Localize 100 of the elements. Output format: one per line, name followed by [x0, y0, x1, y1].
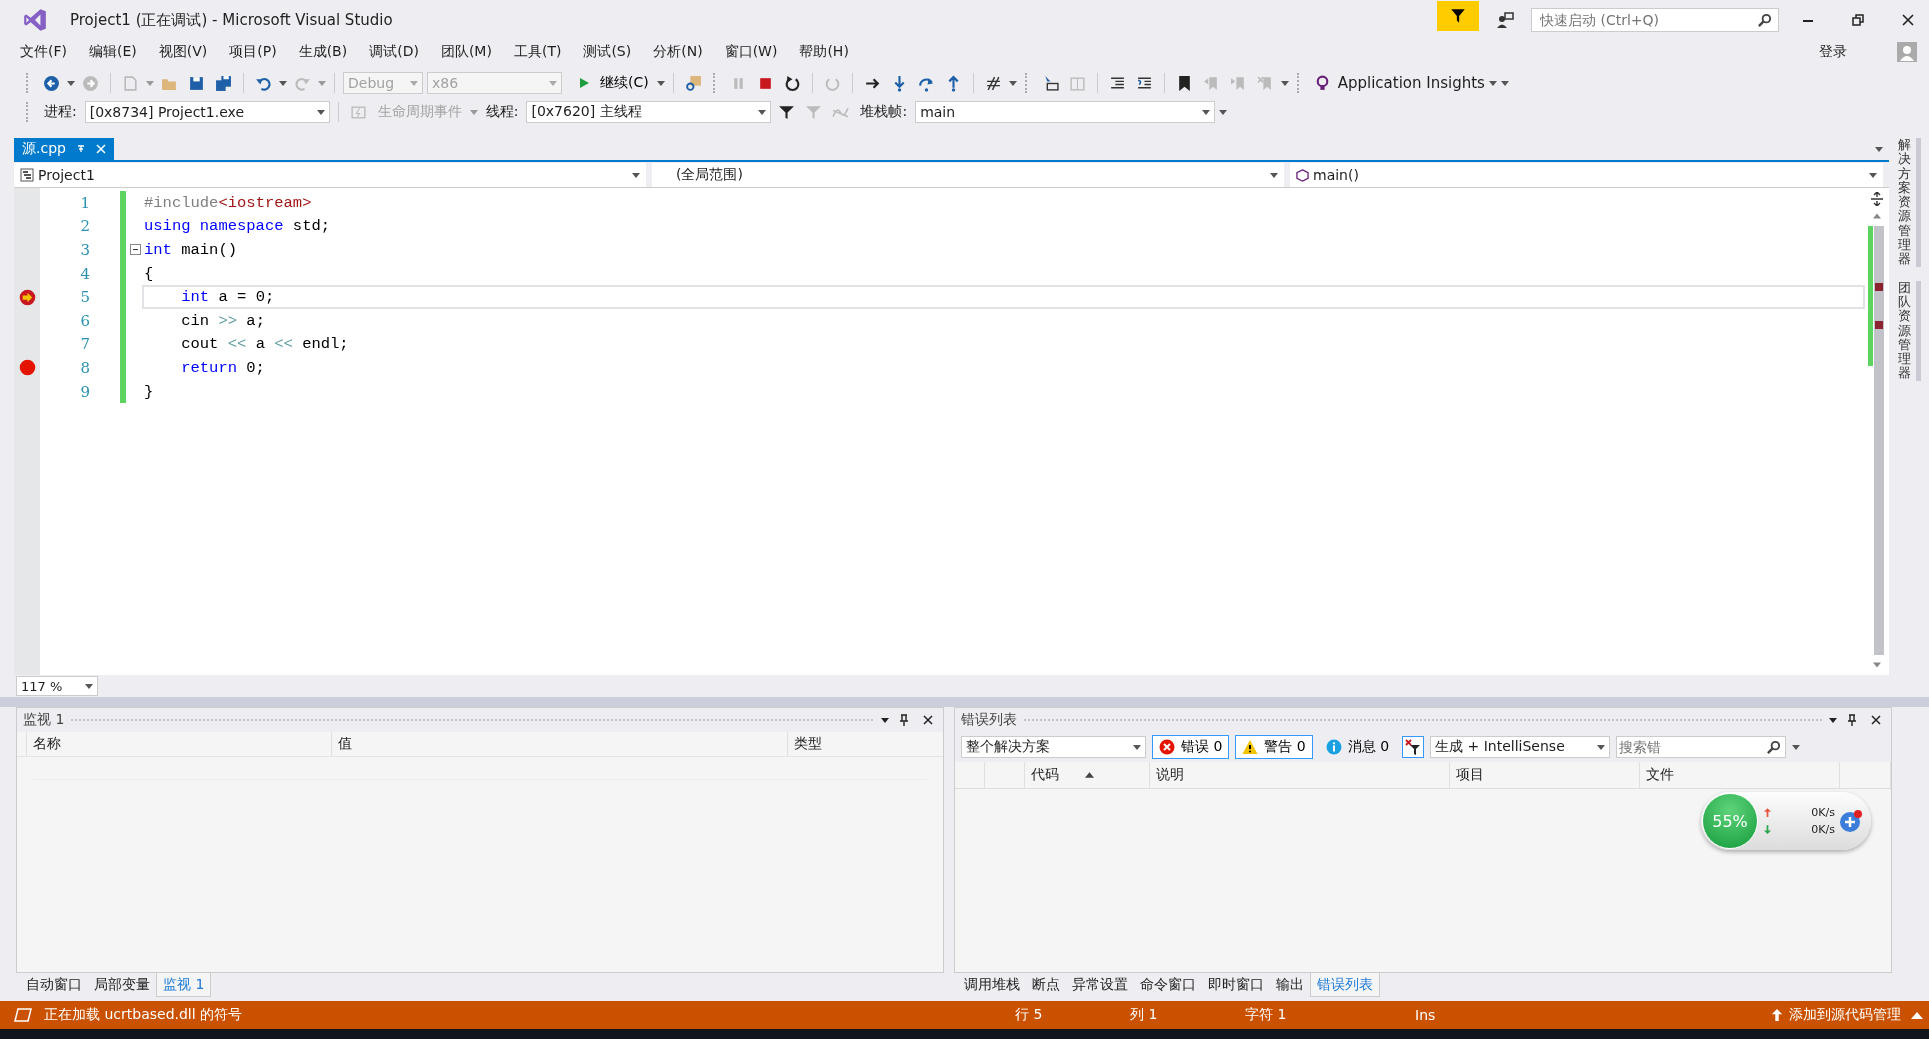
thread-label: 线程:: [485, 103, 519, 121]
thread-dropdown[interactable]: [0x7620] 主线程: [526, 101, 772, 123]
column-header[interactable]: 代码: [1025, 762, 1150, 788]
column-header[interactable]: 类型: [788, 732, 938, 756]
hatched-icon[interactable]: [984, 74, 1002, 92]
panel-title: 监视 1: [23, 711, 65, 729]
panel-tab[interactable]: 错误列表: [1310, 973, 1380, 997]
line-number: 3: [79, 241, 90, 259]
caret-down-icon[interactable]: [881, 717, 889, 723]
continue-button[interactable]: 继续(C): [574, 72, 653, 94]
quick-launch-field[interactable]: 快速启动 (Ctrl+Q): [1531, 8, 1779, 32]
plus-icon[interactable]: [1839, 809, 1863, 833]
line-number: 7: [79, 335, 90, 354]
line-number: 5: [79, 288, 90, 307]
find-icon[interactable]: [684, 74, 702, 92]
application-insights-button[interactable]: Application Insights: [1337, 74, 1485, 92]
caret-down-icon[interactable]: [67, 80, 75, 86]
download-rate: 0K/s: [1811, 823, 1835, 836]
panel-tab[interactable]: 命令窗口: [1134, 973, 1202, 997]
panel-tab[interactable]: 异常设置: [1066, 973, 1134, 997]
caret-down-icon[interactable]: [1875, 146, 1883, 152]
menu-item[interactable]: 调试(D): [369, 43, 419, 61]
pin-icon[interactable]: [898, 714, 910, 726]
arrow-down-icon: [1764, 825, 1771, 834]
menu-item[interactable]: 文件(F): [20, 43, 67, 61]
side-tab[interactable]: 团队资源管理器: [1897, 280, 1921, 381]
sign-in-link[interactable]: 登录: [1819, 43, 1847, 61]
column-header[interactable]: 项目: [1450, 762, 1640, 788]
menu-item[interactable]: 帮助(H): [799, 43, 849, 61]
panel-tab[interactable]: 自动窗口: [20, 973, 88, 997]
panel-tab[interactable]: 即时窗口: [1202, 973, 1270, 997]
caret-down-icon[interactable]: [1829, 717, 1837, 723]
menu-item[interactable]: 视图(V): [158, 43, 208, 61]
close-icon[interactable]: [1870, 714, 1882, 726]
pin-icon[interactable]: [1846, 714, 1858, 726]
code-line: }: [144, 382, 154, 401]
search-field[interactable]: 搜索错: [1616, 736, 1787, 758]
restore-icon[interactable]: [1852, 14, 1864, 26]
menu-item[interactable]: 窗口(W): [724, 43, 778, 61]
close-icon[interactable]: [1902, 14, 1914, 26]
restart-icon[interactable]: [783, 74, 801, 92]
filter-toggle[interactable]: 错误 0: [1152, 735, 1230, 759]
caret-down-icon[interactable]: [1008, 80, 1017, 86]
scroll-down-icon[interactable]: [1873, 661, 1881, 669]
side-tab[interactable]: 解决方案资源管理器: [1897, 138, 1921, 267]
caret-down-icon[interactable]: [279, 80, 287, 86]
quick-launch-input[interactable]: 快速启动 (Ctrl+Q): [1538, 11, 1757, 29]
menu-item[interactable]: 团队(M): [440, 43, 492, 61]
panel-tab[interactable]: 调用堆栈: [958, 973, 1026, 997]
filter-toggle[interactable]: 警告 0: [1235, 735, 1313, 759]
column-header[interactable]: 说明: [1150, 762, 1450, 788]
search-icon[interactable]: [1757, 12, 1772, 28]
collapse-icon[interactable]: [129, 244, 141, 256]
back-icon[interactable]: [43, 74, 60, 92]
column-header[interactable]: 名称: [27, 732, 332, 756]
filter-toggle[interactable]: 消息 0: [1318, 735, 1397, 759]
source-dropdown[interactable]: 生成 + IntelliSense: [1430, 736, 1611, 758]
close-icon[interactable]: [922, 714, 934, 726]
panel-tab[interactable]: 监视 1: [156, 973, 212, 997]
search-icon[interactable]: [1766, 739, 1782, 755]
search-input[interactable]: 搜索错: [1617, 738, 1767, 756]
code-line: cout << a << endl;: [180, 335, 349, 354]
save-icon[interactable]: [188, 74, 205, 92]
scroll-up-icon[interactable]: [1873, 212, 1881, 220]
stack-frame-dropdown[interactable]: main: [915, 101, 1216, 123]
clear-filter-icon[interactable]: [1402, 736, 1425, 758]
network-speed-widget[interactable]: 55% 0K/s 0K/s: [1701, 792, 1871, 850]
menu-item[interactable]: 生成(B): [298, 43, 348, 61]
save-all-icon[interactable]: [215, 74, 232, 92]
line-number: 4: [79, 264, 90, 283]
column-header[interactable]: 文件: [1640, 762, 1840, 788]
source-control-button[interactable]: 添加到源代码管理: [1789, 1006, 1901, 1024]
filter-icon[interactable]: [778, 103, 796, 121]
char-indicator: 字符 1: [1245, 1006, 1288, 1024]
menu-item[interactable]: 工具(T): [513, 43, 562, 61]
caret-down-icon[interactable]: [1280, 80, 1289, 86]
split-icon[interactable]: [1870, 192, 1884, 206]
breakpoint-icon[interactable]: [18, 359, 36, 377]
column-header[interactable]: 值: [332, 732, 788, 756]
panel-tab[interactable]: 输出: [1270, 973, 1310, 997]
line-number: 8: [79, 358, 90, 377]
panel-tab[interactable]: 断点: [1026, 973, 1066, 997]
person-chat-icon[interactable]: [1495, 10, 1515, 30]
panel-tab[interactable]: 局部变量: [88, 973, 156, 997]
new-project-icon: [122, 74, 139, 92]
menu-item[interactable]: 测试(S): [583, 43, 632, 61]
caret-down-icon: [549, 80, 557, 86]
process-dropdown[interactable]: [0x8734] Project1.exe: [84, 101, 330, 123]
feedback-button[interactable]: [1437, 1, 1479, 31]
zoom-dropdown[interactable]: 117 %: [16, 676, 98, 696]
vertical-scrollbar[interactable]: [1874, 226, 1884, 655]
arrow-up-icon[interactable]: [1771, 1009, 1783, 1021]
funnel-icon: [1449, 7, 1467, 25]
caret-down-icon[interactable]: [1792, 744, 1801, 750]
caret-down-icon: [410, 80, 418, 86]
menu-item[interactable]: 项目(P): [229, 43, 277, 61]
menu-item[interactable]: 分析(N): [653, 43, 703, 61]
menu-item[interactable]: 编辑(E): [89, 43, 137, 61]
scope-dropdown[interactable]: 整个解决方案: [961, 736, 1146, 758]
caret-down-icon[interactable]: [656, 80, 665, 86]
